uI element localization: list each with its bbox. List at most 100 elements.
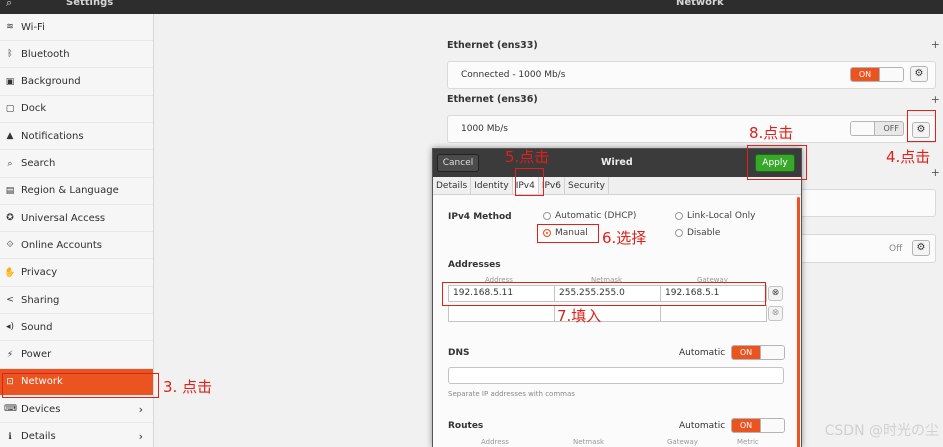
proxy-status: Off	[889, 244, 903, 254]
annotation-box-manual	[537, 224, 599, 243]
sidebar-item-label: Wi-Fi	[21, 21, 45, 33]
sidebar-item-notifications[interactable]: ▲ Notifications	[0, 123, 153, 151]
sidebar-item-bluetooth[interactable]: ᛒ Bluetooth	[0, 41, 153, 69]
accessibility-icon: ✪	[6, 213, 14, 224]
annotation-step3: 3. 点击	[163, 378, 213, 396]
tab-details[interactable]: Details	[433, 177, 472, 194]
sidebar-item-label: Region & Language	[21, 185, 119, 197]
routes-automatic-label: Automatic	[679, 421, 726, 431]
annotation-step6: 6.选择	[602, 229, 647, 247]
speaker-icon: ◂)	[5, 322, 15, 333]
sidebar-item-label: Background	[21, 76, 81, 88]
sidebar-item-label: Power	[21, 349, 52, 361]
sidebar-item-label: Search	[21, 158, 56, 169]
sidebar-item-power[interactable]: ⚡ Power	[0, 342, 153, 369]
radio-link-local[interactable]: Link-Local Only	[675, 211, 755, 221]
chevron-right-icon: ›	[138, 402, 143, 416]
radio-dot	[675, 229, 683, 237]
sidebar-item-label: Online Accounts	[21, 239, 103, 251]
toggle-on-label: ON	[732, 346, 760, 359]
sidebar-item-label: Sharing	[21, 294, 60, 306]
toggle-off-label: OFF	[883, 124, 900, 133]
address-input-empty[interactable]	[448, 305, 555, 322]
dns-input[interactable]	[448, 367, 784, 384]
route-netmask-header: Netmask	[573, 438, 605, 446]
sidebar-item-dock[interactable]: ▢ Dock	[0, 96, 153, 123]
settings-title: Settings	[66, 0, 114, 8]
ethernet-ens36-status: 1000 Mb/s	[461, 124, 508, 134]
dns-automatic-label: Automatic	[679, 348, 726, 358]
tab-security[interactable]: Security	[565, 177, 609, 194]
toggle-on-label: ON	[732, 419, 760, 432]
annotation-step7: 7.填入	[557, 307, 602, 325]
gear-icon[interactable]: ⚙	[912, 240, 930, 256]
route-address-header: Address	[481, 438, 509, 446]
dialog-scrollbar[interactable]	[797, 197, 800, 447]
add-connection-button[interactable]: +	[931, 38, 940, 51]
ethernet-ens36-title: Ethernet (ens36)	[447, 94, 538, 105]
toggle-knob	[760, 419, 784, 432]
gateway-input-empty[interactable]	[660, 305, 767, 322]
add-connection-button-2[interactable]: +	[931, 93, 940, 106]
radio-dot	[675, 212, 683, 220]
dns-label: DNS	[448, 348, 470, 358]
sidebar-item-wi-fi[interactable]: ≋ Wi-Fi	[0, 14, 153, 41]
annotation-step4: 4.点击	[886, 148, 931, 166]
sidebar-item-label: Dock	[21, 103, 47, 115]
add-vpn-button[interactable]: +	[931, 166, 940, 179]
dns-hint: Separate IP addresses with commas	[448, 390, 575, 398]
bell-icon: ▲	[6, 131, 14, 142]
route-metric-header: Metric	[737, 438, 759, 446]
sidebar-item-background[interactable]: ▣ Background	[0, 69, 153, 96]
sidebar-item-devices[interactable]: ⌨ Devices ›	[0, 396, 153, 424]
annotation-box-network	[2, 373, 159, 398]
sidebar-item-sound[interactable]: ◂) Sound	[0, 314, 153, 342]
addresses-label: Addresses	[448, 260, 501, 270]
search-icon[interactable]: ⌕	[6, 0, 12, 10]
background-icon: ▣	[5, 76, 15, 87]
radio-disable[interactable]: Disable	[675, 228, 720, 238]
watermark: CSDN @时光の尘	[824, 423, 939, 439]
ethernet-ens33-card: Connected - 1000 Mb/s ON ⚙	[447, 61, 936, 89]
privacy-hand-icon: ✋	[4, 267, 16, 278]
dialog-tabs: Details Identity IPv4 IPv6 Security	[433, 177, 801, 195]
remove-address-icon[interactable]: ⊗	[768, 286, 783, 301]
sidebar-item-label: Bluetooth	[21, 48, 70, 60]
toggle-on-label: ON	[851, 68, 879, 81]
devices-icon: ⌨	[4, 404, 17, 415]
online-accounts-icon: ⟐	[6, 240, 14, 251]
power-icon: ⚡	[6, 349, 14, 360]
sidebar-item-privacy[interactable]: ✋ Privacy	[0, 260, 153, 287]
details-icon: ℹ	[8, 431, 12, 442]
radio-label: Link-Local Only	[687, 211, 756, 221]
remove-address-icon[interactable]: ⊗	[768, 306, 783, 321]
gear-icon[interactable]: ⚙	[910, 66, 928, 82]
dns-automatic-toggle[interactable]: ON	[731, 345, 785, 360]
sidebar-item-label: Privacy	[21, 267, 58, 279]
annotation-box-addresses	[442, 282, 766, 306]
radio-automatic-dhcp[interactable]: Automatic (DHCP)	[543, 211, 636, 221]
sidebar-item-universal-access[interactable]: ✪ Universal Access	[0, 205, 153, 233]
region-icon: ▤	[5, 185, 15, 196]
annotation-step8: 8.点击	[749, 124, 794, 142]
cancel-button[interactable]: Cancel	[437, 154, 479, 172]
routes-automatic-toggle[interactable]: ON	[731, 418, 785, 433]
dialog-header: Cancel Wired Apply	[433, 149, 801, 177]
ethernet-ens33-toggle[interactable]: ON	[850, 67, 904, 82]
search-icon: ⌕	[7, 158, 13, 169]
ethernet-ens36-toggle[interactable]: OFF	[850, 121, 904, 136]
annotation-box-ipv4-tab	[515, 168, 544, 196]
annotation-step5: 5.点击	[505, 148, 550, 166]
sidebar-item-details[interactable]: ℹ Details ›	[0, 424, 153, 447]
sidebar-item-sharing[interactable]: < Sharing	[0, 287, 153, 314]
sidebar-item-online-accounts[interactable]: ⟐ Online Accounts	[0, 232, 153, 260]
sidebar-item-region-language[interactable]: ▤ Region & Language	[0, 178, 153, 205]
sidebar-item-search[interactable]: ⌕ Search	[0, 151, 153, 178]
ipv4-method-label: IPv4 Method	[448, 212, 512, 222]
chevron-right-icon: ›	[138, 430, 143, 443]
tab-identity[interactable]: Identity	[471, 177, 513, 194]
radio-dot	[543, 212, 551, 220]
toggle-knob	[879, 68, 903, 81]
annotation-box-apply	[747, 145, 807, 180]
annotation-box-gear	[907, 110, 936, 142]
